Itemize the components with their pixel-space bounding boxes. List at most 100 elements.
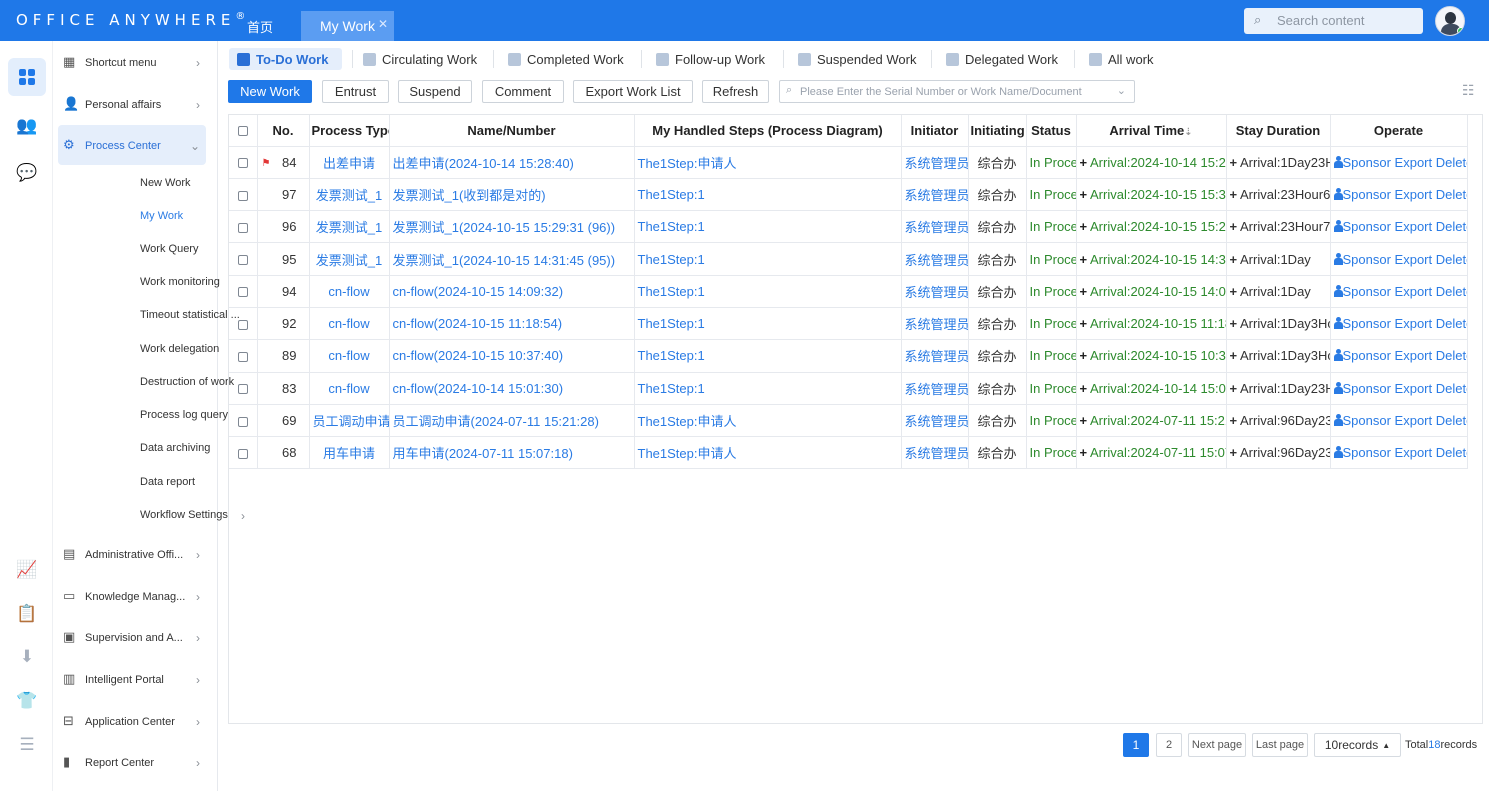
entrust-button[interactable]: Entrust [322,80,389,103]
shirt-icon[interactable]: 👕 [8,682,46,720]
menu-knowledge-management[interactable]: ▭ Knowledge Manag... › [58,576,206,616]
cell-initiator[interactable]: 系统管理员 [901,210,969,244]
row-checkbox[interactable] [229,275,258,308]
close-icon[interactable]: ✕ [378,17,388,31]
table-row[interactable]: 69 员工调动申请 员工调动申请(2024-07-11 15:21:28) The1S… [229,404,1468,438]
delete-link[interactable]: Delete [1436,284,1466,299]
sponsor-link[interactable]: Sponsor [1343,348,1391,363]
cell-name-number[interactable]: cn-flow(2024-10-15 14:09:32) [389,275,635,308]
tab-circulating-work[interactable]: Circulating Work [363,48,477,70]
refresh-button[interactable]: Refresh [702,80,769,103]
row-checkbox[interactable] [229,404,258,438]
export-link[interactable]: Export [1395,155,1433,170]
page-2-button[interactable]: 2 [1156,733,1182,757]
row-checkbox[interactable] [229,210,258,244]
cell-handled-step[interactable]: The1Step:1 [634,307,902,341]
cell-initiator[interactable]: 系统管理员 [901,242,969,276]
export-link[interactable]: Export [1395,381,1433,396]
sponsor-link[interactable]: Sponsor [1343,187,1391,202]
delete-link[interactable]: Delete [1436,252,1466,267]
tab-suspended-work[interactable]: Suspended Work [798,48,917,70]
tab-completed-work[interactable]: Completed Work [508,48,624,70]
cell-name-number[interactable]: 员工调动申请(2024-07-11 15:21:28) [389,404,635,438]
next-page-button[interactable]: Next page [1188,733,1246,757]
export-link[interactable]: Export [1395,413,1433,428]
page-1-button[interactable]: 1 [1123,733,1149,757]
comment-button[interactable]: Comment [482,80,564,103]
sponsor-link[interactable]: Sponsor [1343,219,1391,234]
apps-grid-icon[interactable] [8,58,46,96]
cell-process-type[interactable]: 发票测试_1 [309,210,390,244]
export-link[interactable]: Export [1395,252,1433,267]
submenu-data-archiving[interactable]: Data archiving [140,442,210,454]
column-settings-icon[interactable]: ☷ [1462,82,1475,99]
chart-icon[interactable]: 📈 [8,551,46,589]
cell-initiator[interactable]: 系统管理员 [901,436,969,470]
export-work-list-button[interactable]: Export Work List [573,80,693,103]
delete-link[interactable]: Delete [1436,348,1466,363]
sponsor-link[interactable]: Sponsor [1343,445,1391,460]
submenu-timeout-statistical[interactable]: Timeout statistical ... [140,309,240,321]
cell-name-number[interactable]: cn-flow(2024-10-15 10:37:40) [389,339,635,373]
cell-handled-step[interactable]: The1Step:1 [634,178,902,212]
table-row[interactable]: 94 cn-flow cn-flow(2024-10-15 14:09:32) The… [229,275,1468,308]
search-box[interactable]: ⌕ Search content [1244,8,1423,34]
cell-name-number[interactable]: cn-flow(2024-10-14 15:01:30) [389,372,635,405]
sponsor-link[interactable]: Sponsor [1343,381,1391,396]
sponsor-link[interactable]: Sponsor [1343,413,1391,428]
cell-process-type[interactable]: 出差申请 [309,146,390,179]
avatar[interactable] [1435,6,1465,36]
cell-handled-step[interactable]: The1Step:1 [634,339,902,373]
delete-link[interactable]: Delete [1436,316,1466,331]
tab-follow-up-work[interactable]: Follow-up Work [656,48,765,70]
table-row[interactable]: 89 cn-flow cn-flow(2024-10-15 10:37:40) The… [229,339,1468,373]
submenu-work-delegation[interactable]: Work delegation [140,343,219,355]
menu-process-center[interactable]: ⚙ Process Center ⌄ [58,125,206,165]
table-row[interactable]: 92 cn-flow cn-flow(2024-10-15 11:18:54) The… [229,307,1468,341]
table-row[interactable]: 96 发票测试_1 发票测试_1(2024-10-15 15:29:31 (96))… [229,210,1468,244]
menu-supervision[interactable]: ▣ Supervision and A... › [58,617,206,657]
menu-application-center[interactable]: ⊟ Application Center › [58,701,206,741]
table-row[interactable]: ⚑ 84 出差申请 出差申请(2024-10-14 15:28:40) The1Step… [229,146,1468,179]
cell-name-number[interactable]: 发票测试_1(2024-10-15 14:31:45 (95)) [389,242,635,276]
tab-home[interactable]: 首页 [247,17,273,36]
table-row[interactable]: 68 用车申请 用车申请(2024-07-11 15:07:18) The1Step:… [229,436,1468,470]
cell-initiator[interactable]: 系统管理员 [901,404,969,438]
delete-link[interactable]: Delete [1436,219,1466,234]
cell-process-type[interactable]: cn-flow [309,339,390,373]
sponsor-link[interactable]: Sponsor [1343,284,1391,299]
download-icon[interactable]: ⬇ [8,638,46,676]
filter-input[interactable] [800,83,1100,100]
row-checkbox[interactable] [229,307,258,341]
chevron-down-icon[interactable]: ⌄ [1117,84,1126,97]
cell-name-number[interactable]: 发票测试_1(收到都是对的) [389,178,635,212]
sponsor-link[interactable]: Sponsor [1343,252,1391,267]
cell-handled-step[interactable]: The1Step:1 [634,210,902,244]
cell-name-number[interactable]: 用车申请(2024-07-11 15:07:18) [389,436,635,470]
suspend-button[interactable]: Suspend [398,80,472,103]
export-link[interactable]: Export [1395,445,1433,460]
delete-link[interactable]: Delete [1436,445,1466,460]
cell-process-type[interactable]: 用车申请 [309,436,390,470]
menu-intelligent-portal[interactable]: ▥ Intelligent Portal › [58,659,206,699]
cell-handled-step[interactable]: The1Step:申请人 [634,436,902,470]
submenu-work-monitoring[interactable]: Work monitoring [140,276,220,288]
submenu-my-work[interactable]: My Work [140,210,183,222]
export-link[interactable]: Export [1395,219,1433,234]
delete-link[interactable]: Delete [1436,413,1466,428]
export-link[interactable]: Export [1395,284,1433,299]
cell-initiator[interactable]: 系统管理员 [901,307,969,341]
sponsor-link[interactable]: Sponsor [1343,316,1391,331]
submenu-new-work[interactable]: New Work [140,177,191,189]
delete-link[interactable]: Delete [1436,381,1466,396]
cell-handled-step[interactable]: The1Step:申请人 [634,404,902,438]
cell-name-number[interactable]: cn-flow(2024-10-15 11:18:54) [389,307,635,341]
sort-icon[interactable]: ⇣ [1184,127,1192,138]
delete-link[interactable]: Delete [1436,187,1466,202]
cell-process-type[interactable]: cn-flow [309,372,390,405]
row-checkbox[interactable] [229,146,258,179]
cell-process-type[interactable]: cn-flow [309,275,390,308]
tab-to-do-work[interactable]: To-Do Work [229,48,343,70]
delete-link[interactable]: Delete [1436,155,1466,170]
submenu-destruction-of-work[interactable]: Destruction of work [140,376,234,388]
